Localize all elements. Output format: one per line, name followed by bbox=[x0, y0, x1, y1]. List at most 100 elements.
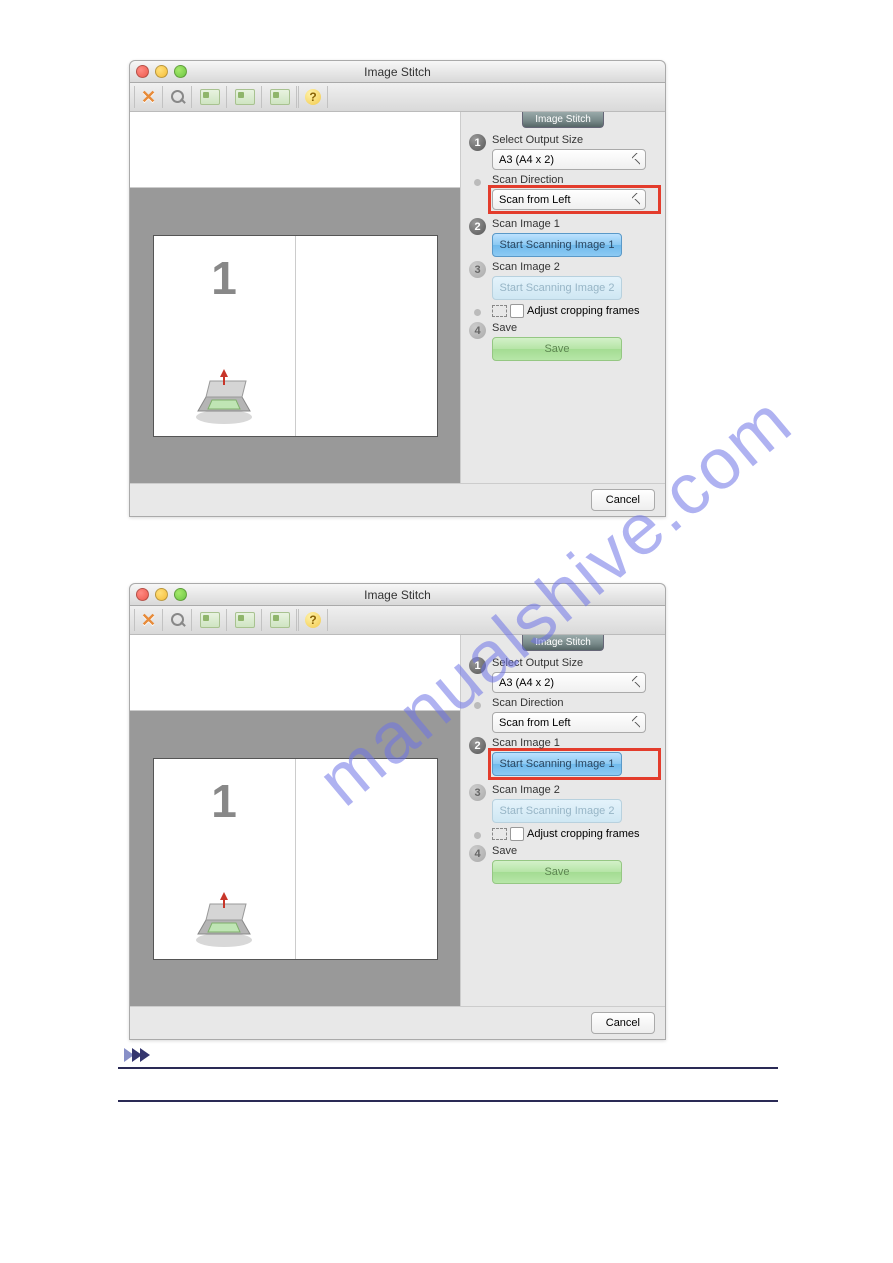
output-size-select[interactable]: A3 (A4 x 2) bbox=[492, 672, 646, 693]
image-icon bbox=[200, 89, 220, 105]
flip-button[interactable] bbox=[263, 609, 297, 631]
checkbox-label: Adjust cropping frames bbox=[527, 305, 640, 317]
step-label: Scan Direction bbox=[492, 697, 657, 709]
start-scan-1-button[interactable]: Start Scanning Image 1 bbox=[492, 233, 622, 257]
panel-title: Image Stitch bbox=[522, 635, 604, 651]
step-label: Scan Image 1 bbox=[492, 218, 657, 230]
side-panel: Image Stitch 1 Select Output Size A3 (A4… bbox=[460, 112, 665, 483]
step-number-1: 1 bbox=[469, 657, 486, 674]
scanner-icon bbox=[154, 890, 295, 953]
step-number-3: 3 bbox=[469, 784, 486, 801]
highlight-box: Scan from Left bbox=[488, 185, 661, 214]
adjust-crop-checkbox[interactable] bbox=[510, 827, 524, 841]
step-number-2: 2 bbox=[469, 218, 486, 235]
page-number: 1 bbox=[154, 251, 295, 305]
titlebar: Image Stitch bbox=[130, 584, 665, 606]
magnifier-icon bbox=[171, 613, 185, 627]
button-label: Start Scanning Image 1 bbox=[500, 239, 615, 251]
button-label: Save bbox=[544, 343, 569, 355]
zoom-tool-button[interactable] bbox=[164, 609, 192, 631]
step-label: Select Output Size bbox=[492, 657, 657, 669]
image-icon bbox=[200, 612, 220, 628]
chevron-right-icon bbox=[140, 1048, 150, 1062]
output-size-select[interactable]: A3 (A4 x 2) bbox=[492, 149, 646, 170]
checkbox-label: Adjust cropping frames bbox=[527, 828, 640, 840]
preview-panel: 1 bbox=[130, 112, 460, 483]
step-dot bbox=[474, 832, 481, 839]
adjust-crop-checkbox[interactable] bbox=[510, 304, 524, 318]
close-icon[interactable] bbox=[136, 588, 149, 601]
save-button[interactable]: Save bbox=[492, 337, 622, 361]
minimize-icon[interactable] bbox=[155, 65, 168, 78]
x-icon: ✕ bbox=[141, 87, 156, 108]
window-image-stitch-1: Image Stitch ✕ ? 1 bbox=[129, 60, 666, 517]
scanner-icon bbox=[154, 367, 295, 430]
help-button[interactable]: ? bbox=[298, 86, 328, 108]
window-title: Image Stitch bbox=[364, 588, 431, 602]
toolbar: ✕ ? bbox=[130, 83, 665, 112]
rotate-left-button[interactable] bbox=[193, 609, 227, 631]
step-number-1: 1 bbox=[469, 134, 486, 151]
step-number-2: 2 bbox=[469, 737, 486, 754]
flip-button[interactable] bbox=[263, 86, 297, 108]
page-preview: 1 bbox=[153, 758, 438, 960]
step-number-4: 4 bbox=[469, 322, 486, 339]
select-value: Scan from Left bbox=[499, 194, 571, 206]
rotate-right-button[interactable] bbox=[228, 609, 262, 631]
cancel-button[interactable]: Cancel bbox=[591, 1012, 655, 1034]
panel-title: Image Stitch bbox=[522, 112, 604, 128]
cancel-button[interactable]: Cancel bbox=[591, 489, 655, 511]
scan-direction-select[interactable]: Scan from Left bbox=[492, 189, 646, 210]
page-number: 1 bbox=[154, 774, 295, 828]
window-image-stitch-2: Image Stitch ✕ ? 1 bbox=[129, 583, 666, 1040]
rotate-right-button[interactable] bbox=[228, 86, 262, 108]
thumbnail-strip bbox=[130, 112, 460, 188]
select-value: Scan from Left bbox=[499, 717, 571, 729]
separator-line bbox=[118, 1067, 778, 1069]
step-label: Save bbox=[492, 322, 657, 334]
start-scan-1-button[interactable]: Start Scanning Image 1 bbox=[492, 752, 622, 776]
step-label: Scan Image 2 bbox=[492, 261, 657, 273]
minimize-icon[interactable] bbox=[155, 588, 168, 601]
help-icon: ? bbox=[305, 89, 321, 105]
image-icon bbox=[235, 612, 255, 628]
step-label: Save bbox=[492, 845, 657, 857]
page-preview: 1 bbox=[153, 235, 438, 437]
magnifier-icon bbox=[171, 90, 185, 104]
start-scan-2-button: Start Scanning Image 2 bbox=[492, 276, 622, 300]
scan-direction-select[interactable]: Scan from Left bbox=[492, 712, 646, 733]
step-label: Select Output Size bbox=[492, 134, 657, 146]
footer: Cancel bbox=[130, 1006, 665, 1039]
save-button[interactable]: Save bbox=[492, 860, 622, 884]
footer: Cancel bbox=[130, 483, 665, 516]
step-number-3: 3 bbox=[469, 261, 486, 278]
zoom-tool-button[interactable] bbox=[164, 86, 192, 108]
step-dot bbox=[474, 702, 481, 709]
zoom-icon[interactable] bbox=[174, 65, 187, 78]
close-icon[interactable] bbox=[136, 65, 149, 78]
start-scan-2-button: Start Scanning Image 2 bbox=[492, 799, 622, 823]
rotate-left-button[interactable] bbox=[193, 86, 227, 108]
zoom-icon[interactable] bbox=[174, 588, 187, 601]
thumbnail-strip bbox=[130, 635, 460, 711]
highlight-box: Start Scanning Image 1 bbox=[488, 748, 661, 780]
preview-panel: 1 bbox=[130, 635, 460, 1006]
select-value: A3 (A4 x 2) bbox=[499, 154, 554, 166]
close-button[interactable]: ✕ bbox=[134, 86, 163, 108]
image-icon bbox=[235, 89, 255, 105]
window-title: Image Stitch bbox=[364, 65, 431, 79]
button-label: Start Scanning Image 2 bbox=[500, 282, 615, 294]
crop-icon bbox=[492, 305, 507, 317]
button-label: Cancel bbox=[606, 1017, 640, 1029]
titlebar: Image Stitch bbox=[130, 61, 665, 83]
image-icon bbox=[270, 89, 290, 105]
chevron-decor bbox=[124, 1048, 148, 1062]
image-icon bbox=[270, 612, 290, 628]
button-label: Start Scanning Image 1 bbox=[500, 758, 615, 770]
step-label: Scan Image 2 bbox=[492, 784, 657, 796]
step-dot bbox=[474, 179, 481, 186]
help-icon: ? bbox=[305, 612, 321, 628]
help-button[interactable]: ? bbox=[298, 609, 328, 631]
close-button[interactable]: ✕ bbox=[134, 609, 163, 631]
step-dot bbox=[474, 309, 481, 316]
